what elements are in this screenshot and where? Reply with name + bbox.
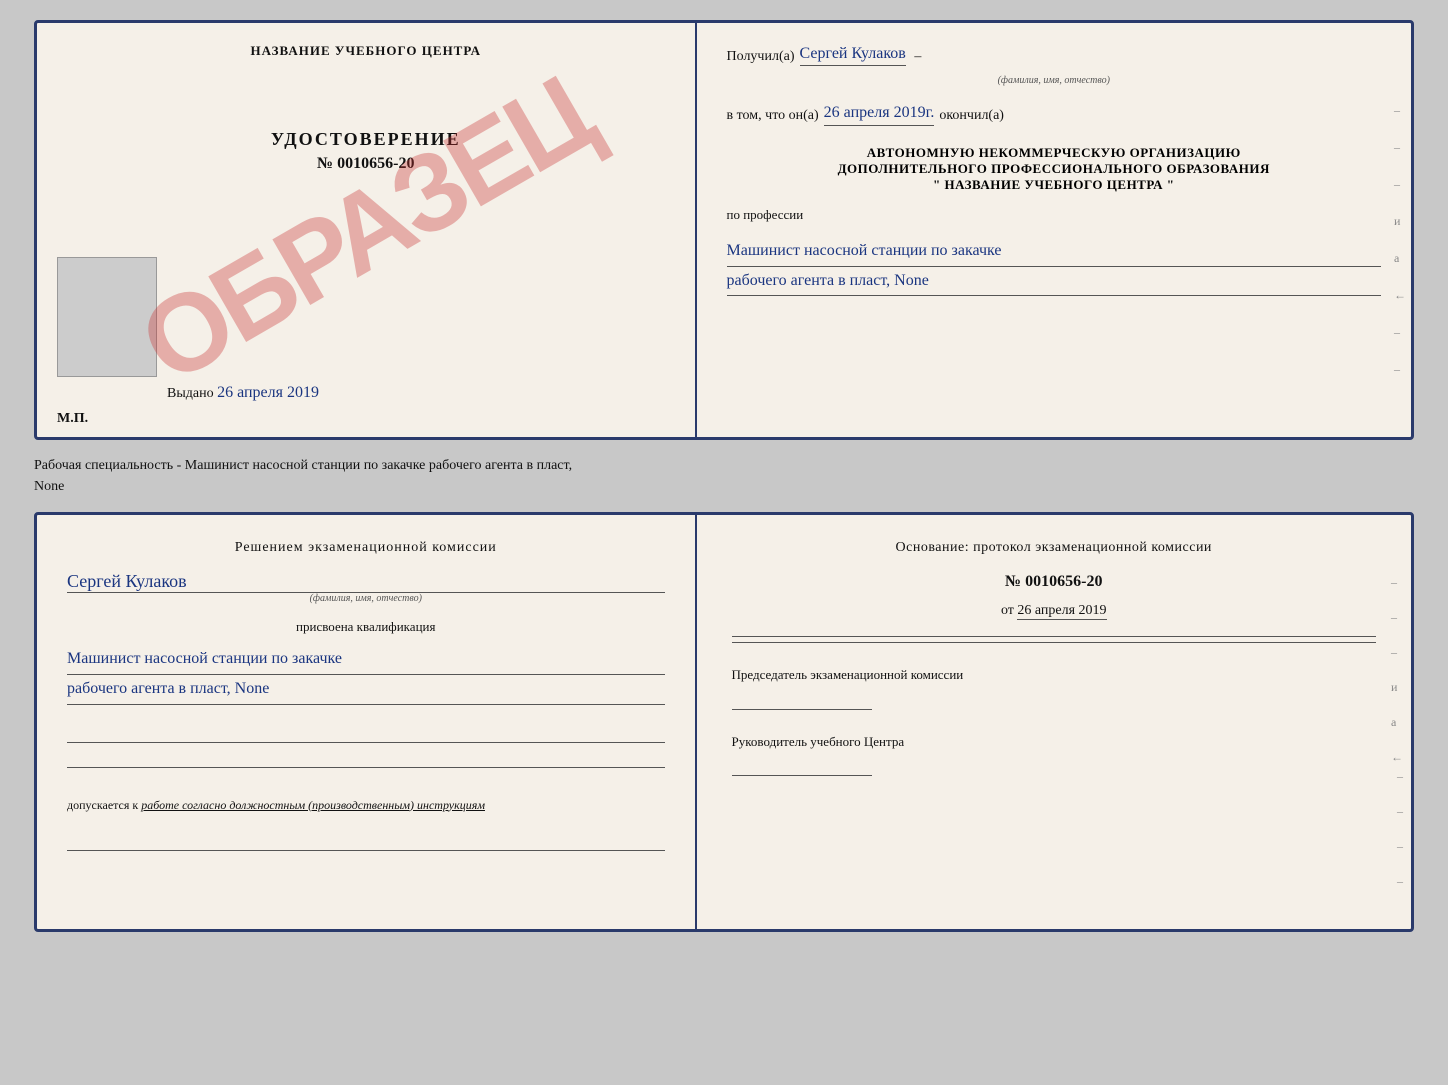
person-block: Сергей Кулаков (фамилия, имя, отчество) [67,566,665,604]
blank-lines-left [67,723,665,773]
v-tom-label: в том, что он(а) [727,106,819,126]
vydano-line: Выдано 26 апреля 2019 [167,384,319,402]
ot-block: от 26 апреля 2019 [732,603,1376,619]
between-text: Рабочая специальность - Машинист насосно… [34,450,1414,502]
top-right-side-marks: – – – и а ← – – [1394,103,1406,377]
qual-block: Машинист насосной станции по закачке раб… [67,645,665,705]
org-line2: ДОПОЛНИТЕЛЬНОГО ПРОФЕССИОНАЛЬНОГО ОБРАЗО… [727,161,1381,177]
poluchil-field: Получил(а) Сергей Кулаков – [727,43,1381,66]
komissia-title: Решением экзаменационной комиссии [67,540,665,556]
bottom-right-side-marks: – – – и а ← [1391,575,1403,765]
person-name: Сергей Кулаков [67,571,665,593]
ot-label: от [1001,603,1014,618]
vydano-date: 26 апреля 2019 [217,384,319,401]
udostoverenie-number: № 0010656-20 [271,155,461,173]
predsedatel-block: Председатель экзаменационной комиссии [732,665,1376,710]
org-line1: АВТОНОМНУЮ НЕКОММЕРЧЕСКУЮ ОРГАНИЗАЦИЮ [727,145,1381,161]
ot-date: 26 апреля 2019 [1017,603,1106,620]
bottom-number: № 0010656-20 [732,573,1376,591]
familiya-hint-bottom: (фамилия, имя, отчество) [67,593,665,604]
org-block: АВТОНОМНУЮ НЕКОММЕРЧЕСКУЮ ОРГАНИЗАЦИЮ ДО… [727,145,1381,193]
top-left-title: НАЗВАНИЕ УЧЕБНОГО ЦЕНТРА [250,43,481,59]
profession-block: Машинист насосной станции по закачке раб… [727,237,1381,297]
dopuskaetsya-value: работе согласно должностным (производств… [141,798,485,812]
v-tom-date: 26 апреля 2019г. [824,102,935,125]
udostoverenie-title: УДОСТОВЕРЕНИЕ [271,129,461,150]
qual-line1: Машинист насосной станции по закачке [67,645,665,675]
qual-line2: рабочего агента в пласт, None [67,675,665,705]
bottom-document: Решением экзаменационной комиссии Сергей… [34,512,1414,932]
top-document: НАЗВАНИЕ УЧЕБНОГО ЦЕНТРА ОБРАЗЕЦ УДОСТОВ… [34,20,1414,440]
right-dashes-top [732,636,1376,643]
profession-line1: Машинист насосной станции по закачке [727,237,1381,267]
poluchil-label: Получил(а) [727,47,795,67]
rukovoditel-label: Руководитель учебного Центра [732,732,1376,752]
poluchil-value: Сергей Кулаков [800,43,906,66]
familiya-hint-top: (фамилия, имя, отчество) [998,75,1110,86]
udostoverenie-block: УДОСТОВЕРЕНИЕ № 0010656-20 [271,129,461,173]
between-line2: None [34,476,1414,497]
between-line1: Рабочая специальность - Машинист насосно… [34,455,1414,476]
profession-line2: рабочего агента в пласт, None [727,267,1381,297]
dopuskaetsya-block: допускается к работе согласно должностны… [67,798,665,813]
osnovanie-title: Основание: протокол экзаменационной коми… [732,540,1376,556]
dopuskaetsya-label: допускается к [67,798,138,812]
v-tom-field: в том, что он(а) 26 апреля 2019г. окончи… [727,102,1381,125]
blank-lines-left-bottom [67,831,665,856]
po-professii: по профессии [727,207,1381,223]
rukovoditel-block: Руководитель учебного Центра [732,732,1376,777]
document-container: НАЗВАНИЕ УЧЕБНОГО ЦЕНТРА ОБРАЗЕЦ УДОСТОВ… [34,20,1414,932]
top-doc-left: НАЗВАНИЕ УЧЕБНОГО ЦЕНТРА ОБРАЗЕЦ УДОСТОВ… [37,23,697,437]
okonchil-label: окончил(а) [939,106,1004,126]
bottom-doc-left: Решением экзаменационной комиссии Сергей… [37,515,697,929]
watermark-obrazec: ОБРАЗЕЦ [124,59,608,402]
rukovoditel-sig-line [732,756,872,776]
predsedatel-label: Председатель экзаменационной комиссии [732,665,1376,685]
predsedatel-sig-line [732,690,872,710]
top-doc-right: Получил(а) Сергей Кулаков – (фамилия, им… [697,23,1411,437]
vydano-label: Выдано [167,386,214,401]
photo-placeholder [57,257,157,377]
prisvoena-text: присвоена квалификация [67,619,665,635]
bottom-doc-right: Основание: протокол экзаменационной коми… [697,515,1411,929]
mp-label: М.П. [57,411,88,427]
org-line3: " НАЗВАНИЕ УЧЕБНОГО ЦЕНТРА " [727,177,1381,193]
bottom-right-side-marks-lower: – – – – [1397,769,1403,889]
